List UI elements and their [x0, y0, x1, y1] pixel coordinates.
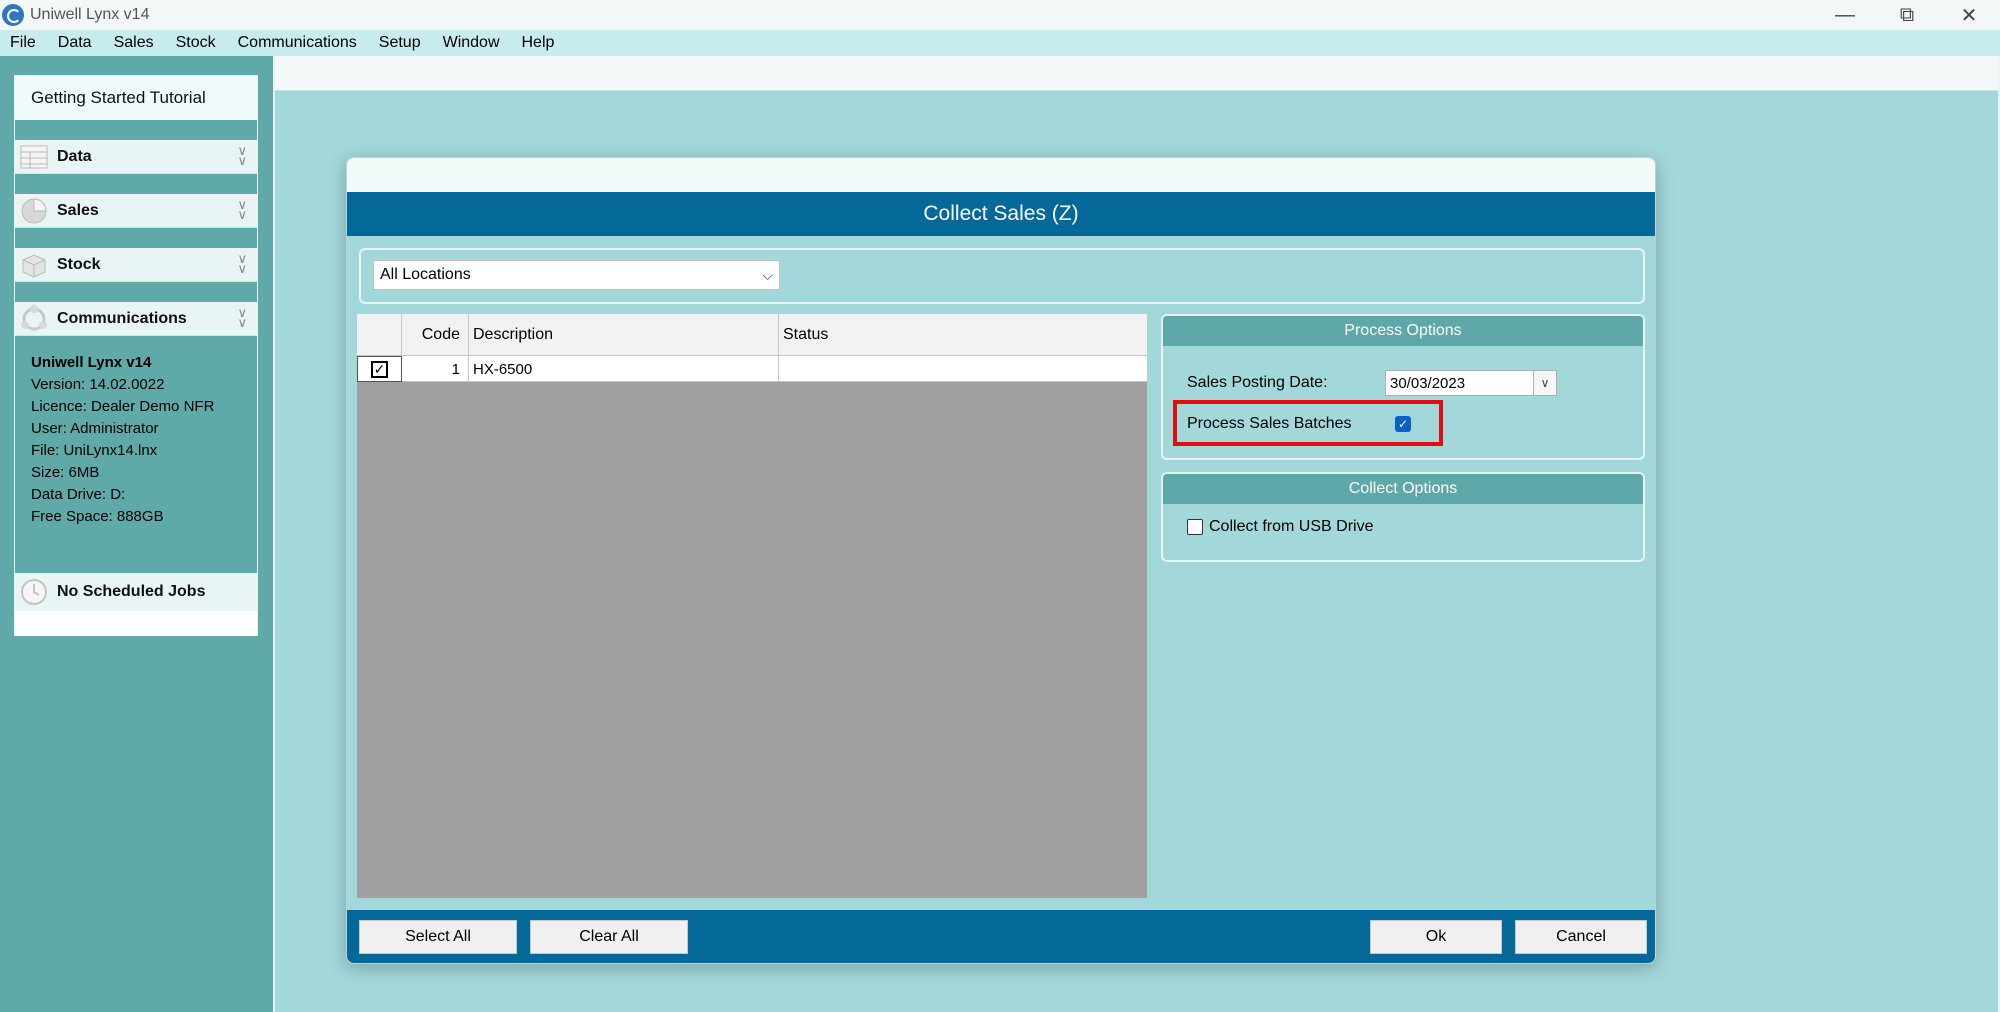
- restore-icon[interactable]: ⧉: [1876, 0, 1938, 30]
- menu-help[interactable]: Help: [522, 34, 555, 52]
- chevron-double-down-icon[interactable]: ∨ ∨: [237, 306, 247, 329]
- menu-setup[interactable]: Setup: [379, 34, 421, 52]
- chevron-double-down-icon[interactable]: ∨ ∨: [237, 252, 247, 275]
- chevron-double-down-icon[interactable]: ∨ ∨: [237, 144, 247, 167]
- select-all-button[interactable]: Select All: [359, 920, 517, 954]
- size-text: Size: 6MB: [31, 464, 100, 481]
- collect-from-usb-label: Collect from USB Drive: [1209, 518, 1374, 535]
- check-icon: ✓: [371, 360, 388, 378]
- stock-box-icon: [19, 251, 49, 279]
- dialog-title: Collect Sales (Z): [347, 192, 1655, 236]
- terminals-grid: Code Description Status ✓ 1 HX-6500: [357, 314, 1147, 898]
- menu-window[interactable]: Window: [443, 34, 500, 52]
- cancel-button[interactable]: Cancel: [1515, 920, 1647, 954]
- data-drive-text: Data Drive: D:: [31, 486, 126, 503]
- ok-button[interactable]: Ok: [1370, 920, 1502, 954]
- sales-posting-date-value: 30/03/2023: [1390, 374, 1466, 392]
- header-description[interactable]: Description: [469, 314, 779, 356]
- location-select[interactable]: All Locations ⌵: [373, 260, 780, 290]
- table-row[interactable]: ✓ 1 HX-6500: [357, 356, 1147, 382]
- menu-stock[interactable]: Stock: [176, 34, 216, 52]
- chevron-down-icon: ⌵: [762, 267, 773, 283]
- collect-from-usb-checkbox[interactable]: [1187, 519, 1203, 535]
- sales-pie-icon: [19, 197, 49, 225]
- sidebar: Getting Started Tutorial Data ∨ ∨ Sales ∨…: [14, 75, 258, 636]
- dialog-titlebar[interactable]: [347, 158, 1655, 192]
- file-text: File: UniLynx14.lnx: [31, 442, 158, 459]
- menu-file[interactable]: File: [10, 34, 36, 52]
- sidebar-item-communications[interactable]: Communications ∨ ∨: [15, 302, 257, 336]
- scheduled-jobs[interactable]: No Scheduled Jobs: [15, 573, 257, 611]
- collect-options-panel: Collect Options Collect from USB Drive: [1161, 472, 1645, 562]
- collect-options-heading: Collect Options: [1163, 474, 1643, 504]
- row-status: [779, 356, 1147, 382]
- licence-text: Licence: Dealer Demo NFR: [31, 398, 215, 415]
- location-value: All Locations: [380, 266, 471, 283]
- minimize-icon[interactable]: —: [1814, 0, 1876, 30]
- grid-header: Code Description Status: [357, 314, 1147, 356]
- getting-started-tutorial-link[interactable]: Getting Started Tutorial: [15, 76, 257, 120]
- workspace-tab-strip: [275, 56, 2000, 91]
- menu-communications[interactable]: Communications: [238, 34, 357, 52]
- clock-icon: [19, 578, 49, 606]
- sales-posting-date-field[interactable]: 30/03/2023 ∨: [1385, 370, 1557, 396]
- process-sales-batches-checkbox[interactable]: ✓: [1395, 416, 1411, 432]
- process-options-heading: Process Options: [1163, 316, 1643, 346]
- header-select[interactable]: [357, 314, 402, 356]
- sidebar-item-data[interactable]: Data ∨ ∨: [15, 140, 257, 174]
- clear-all-button[interactable]: Clear All: [530, 920, 688, 954]
- sidebar-item-label: Sales: [57, 201, 99, 219]
- version-text: Version: 14.02.0022: [31, 376, 165, 393]
- process-sales-batches-label: Process Sales Batches: [1187, 415, 1352, 432]
- row-select-checkbox[interactable]: ✓: [357, 356, 402, 382]
- app-logo-icon: [2, 4, 24, 26]
- menu-data[interactable]: Data: [58, 34, 92, 52]
- scheduled-jobs-label: No Scheduled Jobs: [57, 583, 206, 600]
- process-options-panel: Process Options Sales Posting Date: 30/0…: [1161, 314, 1645, 460]
- window-titlebar: Uniwell Lynx v14 — ⧉ ✕: [0, 0, 2000, 30]
- menu-bar: File Data Sales Stock Communications Set…: [0, 30, 2000, 56]
- sidebar-item-sales[interactable]: Sales ∨ ∨: [15, 194, 257, 228]
- dialog-footer: Select All Clear All Ok Cancel: [347, 910, 1655, 963]
- header-code[interactable]: Code: [402, 314, 469, 356]
- sidebar-item-stock[interactable]: Stock ∨ ∨: [15, 248, 257, 282]
- menu-sales[interactable]: Sales: [114, 34, 154, 52]
- header-status[interactable]: Status: [779, 314, 1147, 356]
- close-icon[interactable]: ✕: [1938, 0, 2000, 30]
- sidebar-item-label: Stock: [57, 255, 101, 273]
- location-panel: All Locations ⌵: [359, 248, 1645, 304]
- user-text: User: Administrator: [31, 420, 159, 437]
- free-space-text: Free Space: 888GB: [31, 508, 164, 525]
- data-table-icon: [19, 143, 49, 171]
- product-name: Uniwell Lynx v14: [31, 354, 152, 371]
- communications-icon: [19, 304, 49, 333]
- window-title: Uniwell Lynx v14: [30, 6, 150, 23]
- window-controls: — ⧉ ✕: [1814, 0, 2000, 30]
- system-info: Uniwell Lynx v14 Version: 14.02.0022 Lic…: [15, 336, 257, 576]
- sales-posting-date-label: Sales Posting Date:: [1187, 374, 1328, 391]
- chevron-double-down-icon[interactable]: ∨ ∨: [237, 198, 247, 221]
- sidebar-item-label: Data: [57, 147, 92, 165]
- collect-sales-dialog: Collect Sales (Z) All Locations ⌵ Code D…: [346, 157, 1656, 964]
- calendar-dropdown-icon[interactable]: ∨: [1533, 370, 1557, 396]
- row-description: HX-6500: [469, 356, 779, 382]
- sidebar-item-label: Communications: [57, 309, 187, 327]
- row-code: 1: [402, 356, 469, 382]
- sidebar-divider: [273, 56, 275, 1012]
